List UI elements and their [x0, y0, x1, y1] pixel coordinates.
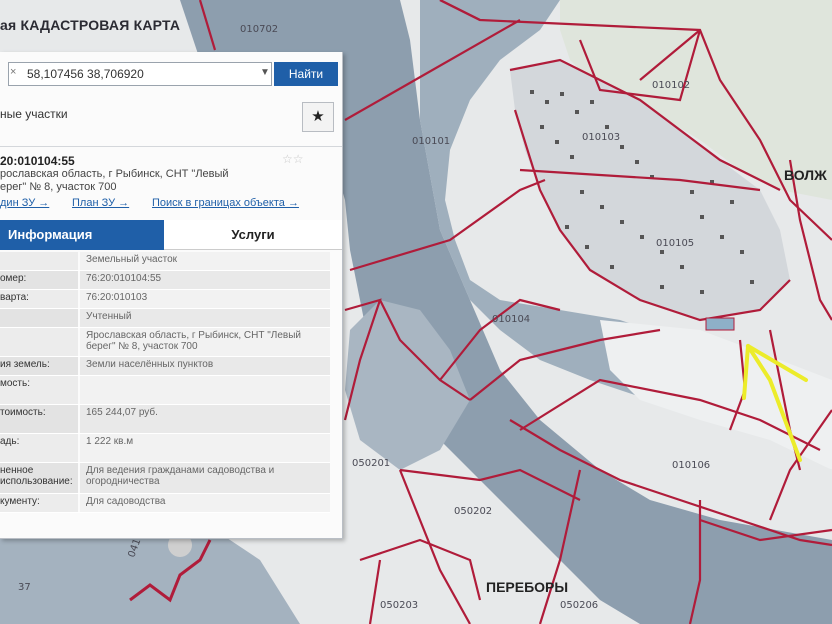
divider — [0, 146, 342, 147]
row-label: ия земель: — [0, 357, 78, 375]
row-label: омер: — [0, 271, 78, 289]
map-label: 010104 — [492, 314, 530, 325]
app-title: ая КАДАСТРОВАЯ КАРТА — [0, 17, 181, 33]
row-label — [0, 252, 78, 270]
tab-information[interactable]: Информация — [0, 220, 164, 250]
row-label — [0, 309, 78, 327]
favorite-star-icon[interactable]: ★ — [302, 102, 334, 132]
tab-services[interactable]: Услуги — [164, 220, 342, 250]
row-value — [80, 376, 330, 404]
table-row: кументу: Для садоводства — [0, 494, 330, 513]
link-parcel-plan[interactable]: План ЗУ → — [72, 197, 129, 209]
parcel-address: рославская область, г Рыбинск, СНТ "Левы… — [0, 168, 229, 180]
row-label: тоимость: — [0, 405, 78, 433]
search-input[interactable] — [8, 62, 272, 86]
search-bar: × ▼ Найти — [0, 62, 342, 88]
table-row: ненное использование: Для ведения гражда… — [0, 463, 330, 494]
map-label: 010106 — [672, 460, 710, 471]
row-value: Для ведения гражданами садоводства и ого… — [80, 463, 330, 493]
link-search-in-bounds[interactable]: Поиск в границах объекта → — [152, 197, 299, 209]
row-label: адь: — [0, 434, 78, 462]
table-row: Земельный участок — [0, 252, 330, 271]
map-label: 050202 — [454, 506, 492, 517]
parcel-number: 20:010104:55 — [0, 154, 75, 168]
place-label: ВОЛЖ — [784, 167, 827, 183]
row-label: кументу: — [0, 494, 78, 512]
rating-stars-icon[interactable]: ☆☆ — [282, 152, 304, 166]
link-parcel[interactable]: дин ЗУ → — [0, 197, 49, 209]
row-value: Земельный участок — [80, 252, 330, 270]
row-label: ненное использование: — [0, 463, 78, 493]
search-panel: × ▼ Найти ные участки ★ 20:010104:55 ☆☆ … — [0, 52, 343, 539]
table-row: тоимость: 165 244,07 руб. — [0, 405, 330, 434]
chevron-down-icon[interactable]: ▼ — [260, 67, 270, 78]
map-label: 010101 — [412, 136, 450, 147]
table-row: варта: 76:20:010103 — [0, 290, 330, 309]
table-row: мость: — [0, 376, 330, 405]
row-value: Для садоводства — [80, 494, 330, 512]
map-label: 050203 — [380, 600, 418, 611]
map-label: 37 — [18, 582, 31, 593]
row-value: 165 244,07 руб. — [80, 405, 330, 433]
row-value: Учтенный — [80, 309, 330, 327]
clear-icon[interactable]: × — [10, 66, 16, 78]
map-label: 050201 — [352, 458, 390, 469]
info-table: Земельный участок омер: 76:20:010104:55 … — [0, 252, 330, 513]
map-label: 050206 — [560, 600, 598, 611]
table-row: адь: 1 222 кв.м — [0, 434, 330, 463]
row-label: мость: — [0, 376, 78, 404]
parcel-links: дин ЗУ → План ЗУ → Поиск в границах объе… — [0, 197, 342, 211]
row-value: 76:20:010103 — [80, 290, 330, 308]
map-label: 010102 — [652, 80, 690, 91]
table-row: омер: 76:20:010104:55 — [0, 271, 330, 290]
map-label: 010103 — [582, 132, 620, 143]
table-row: ия земель: Земли населённых пунктов — [0, 357, 330, 376]
search-button[interactable]: Найти — [274, 62, 338, 86]
row-label — [0, 328, 78, 356]
row-value: 76:20:010104:55 — [80, 271, 330, 289]
row-value: 1 222 кв.м — [80, 434, 330, 462]
selected-parcel[interactable] — [705, 317, 735, 331]
map-label: 010702 — [240, 24, 278, 35]
row-value: Ярославская область, г Рыбинск, СНТ "Лев… — [80, 328, 330, 356]
table-row: Учтенный — [0, 309, 330, 328]
row-value: Земли населённых пунктов — [80, 357, 330, 375]
map-label: 010105 — [656, 238, 694, 249]
table-row: Ярославская область, г Рыбинск, СНТ "Лев… — [0, 328, 330, 357]
row-label: варта: — [0, 290, 78, 308]
place-label: ПЕРЕБОРЫ — [486, 579, 568, 595]
parcel-address: ерег" № 8, участок 700 — [0, 181, 117, 193]
section-title: ные участки — [0, 107, 68, 121]
